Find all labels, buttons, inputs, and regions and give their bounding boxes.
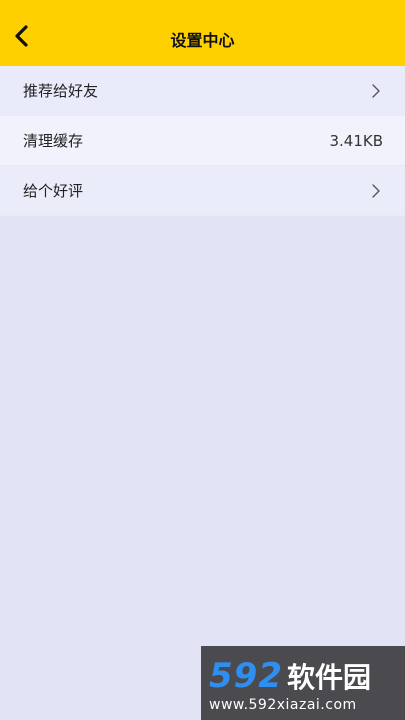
recommend-to-friend-label: 推荐给好友 bbox=[23, 82, 99, 100]
cache-size-value: 3.41KB bbox=[329, 131, 383, 150]
site-watermark: 592 软件园 www.592xiazai.com bbox=[201, 646, 405, 720]
chevron-right-icon bbox=[372, 183, 380, 198]
recommend-to-friend-item[interactable]: 推荐给好友 bbox=[0, 66, 405, 116]
top-bar: 设置中心 bbox=[0, 0, 405, 66]
watermark-name: 软件园 bbox=[286, 661, 371, 694]
give-rating-item[interactable]: 给个好评 bbox=[0, 166, 405, 216]
chevron-right-icon bbox=[372, 83, 380, 98]
page-title: 设置中心 bbox=[170, 31, 235, 50]
clear-cache-item[interactable]: 清理缓存 3.41KB bbox=[0, 116, 405, 166]
clear-cache-label: 清理缓存 bbox=[23, 132, 84, 150]
watermark-url: www.592xiazai.com bbox=[209, 697, 357, 713]
watermark-digits: 592 bbox=[209, 656, 283, 696]
watermark-logo: 592 软件园 bbox=[209, 656, 371, 696]
settings-list: 推荐给好友 清理缓存 3.41KB 给个好评 bbox=[0, 66, 405, 216]
give-rating-label: 给个好评 bbox=[23, 182, 84, 200]
